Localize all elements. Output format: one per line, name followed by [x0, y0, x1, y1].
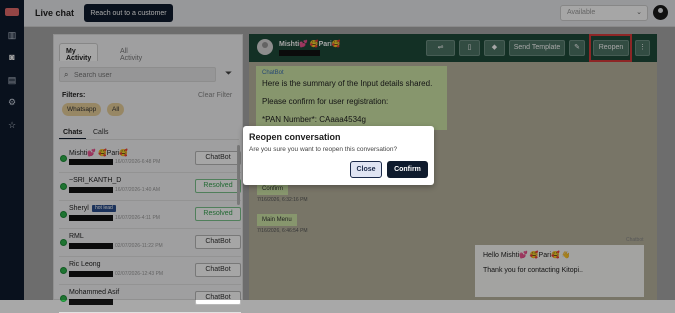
confirm-button[interactable]: Confirm: [387, 161, 428, 178]
dialog-text: Are you sure you want to reopen this con…: [249, 146, 398, 153]
close-button[interactable]: Close: [350, 161, 382, 178]
reopen-dialog: Reopen conversation Are you sure you wan…: [243, 126, 434, 185]
dialog-title: Reopen conversation: [249, 132, 341, 142]
